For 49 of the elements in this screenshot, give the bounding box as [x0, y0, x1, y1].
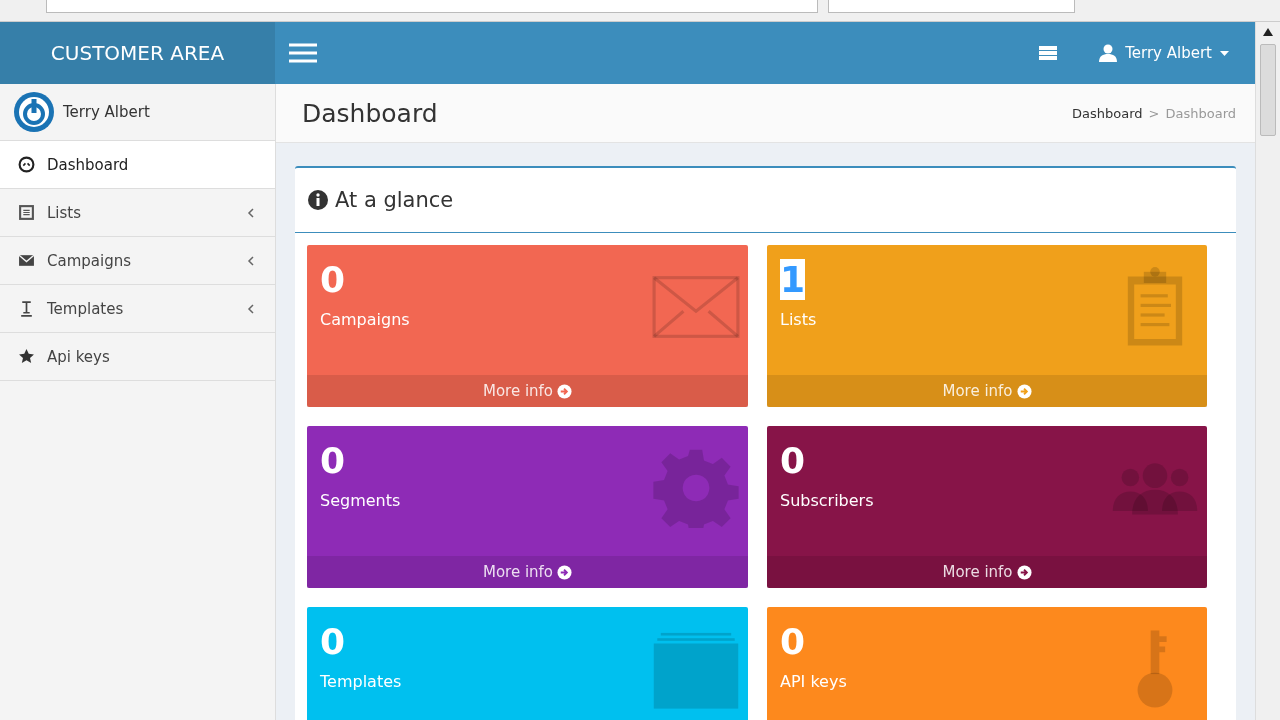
server-icon[interactable] — [1039, 46, 1058, 60]
stat-value: 1 — [780, 259, 806, 301]
menu-icon[interactable] — [289, 43, 317, 63]
sidebar-item-label: Campaigns — [47, 251, 132, 270]
gauge-icon — [18, 156, 35, 173]
user-icon — [1099, 44, 1118, 62]
sidebar-item-label: Lists — [47, 203, 83, 222]
stat-value: 0 — [780, 621, 806, 663]
browser-search-field[interactable] — [828, 0, 1075, 13]
scroll-up-icon[interactable] — [1263, 28, 1273, 36]
sidebar-username: Terry Albert — [63, 103, 150, 121]
stat-label: Lists — [780, 310, 817, 330]
stat-value: 0 — [780, 440, 806, 482]
stat-label: Subscribers — [780, 491, 874, 511]
user-menu[interactable]: Terry Albert — [1093, 43, 1235, 63]
arrow-circle-icon — [557, 383, 573, 399]
stat-label: API keys — [780, 672, 847, 692]
brand-title[interactable]: CUSTOMER AREA — [0, 22, 275, 84]
page-title: Dashboard — [302, 98, 439, 128]
caret-icon — [1220, 50, 1229, 56]
breadcrumb-item[interactable]: Dashboard — [1072, 105, 1143, 121]
text-cursor-icon — [18, 300, 35, 317]
breadcrumb-item: Dashboard — [1165, 105, 1236, 121]
breadcrumb-separator: > — [1148, 105, 1160, 121]
sidebar-item-label: Templates — [47, 299, 125, 318]
panel-title: At a glance — [335, 188, 454, 212]
arrow-circle-icon — [1016, 564, 1032, 580]
stat-label: Campaigns — [320, 310, 410, 330]
scroll-thumb[interactable] — [1260, 44, 1276, 136]
more-info-link[interactable]: More info — [767, 556, 1207, 588]
stat-label: Segments — [320, 491, 401, 511]
stat-value: 0 — [320, 440, 346, 482]
list-icon — [18, 204, 35, 221]
arrow-circle-icon — [557, 564, 573, 580]
sidebar-item[interactable]: Dashboard — [0, 141, 275, 189]
scrollbar[interactable] — [1255, 22, 1280, 720]
stat-value: 0 — [320, 621, 346, 663]
power-logo-icon — [13, 91, 55, 133]
info-icon — [307, 189, 329, 211]
more-info-link[interactable]: More info — [307, 556, 748, 588]
envelope-icon — [18, 252, 35, 269]
gear-icon — [652, 448, 740, 528]
sidebar-item-label: Api keys — [47, 347, 111, 366]
arrow-circle-icon — [1016, 383, 1032, 399]
stat-label: Templates — [320, 672, 402, 692]
stat-value: 0 — [320, 259, 346, 301]
address-bar[interactable] — [46, 0, 818, 13]
star-icon — [18, 348, 35, 365]
sidebar-item-label: Dashboard — [47, 155, 130, 174]
